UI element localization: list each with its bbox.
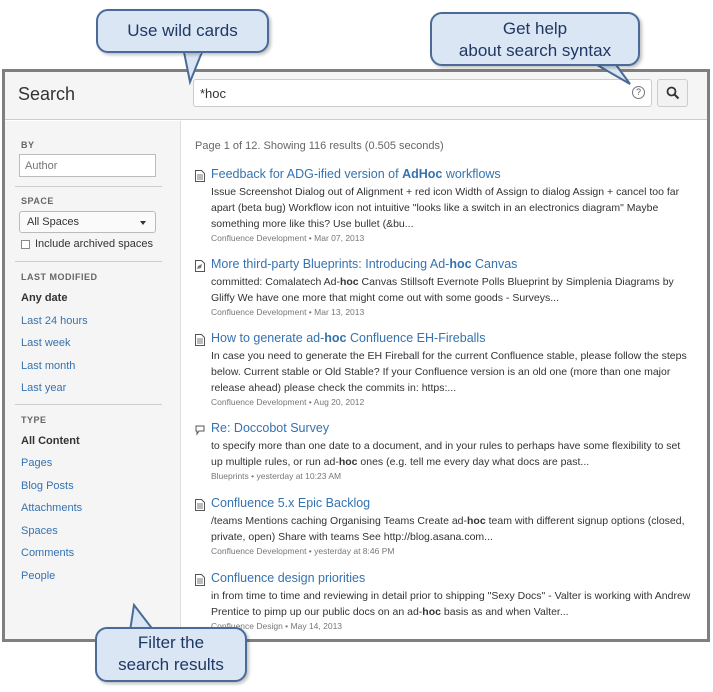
result-title-link[interactable]: More third-party Blueprints: Introducing… bbox=[211, 257, 517, 271]
type-comments[interactable]: Comments bbox=[21, 547, 74, 559]
result-title-link[interactable]: Confluence 5.x Epic Backlog bbox=[211, 496, 370, 510]
help-callout-line2: about search syntax bbox=[458, 41, 612, 60]
divider bbox=[15, 404, 162, 405]
type-all-content[interactable]: All Content bbox=[21, 435, 80, 447]
result-snippet: to specify more than one date to a docum… bbox=[211, 440, 681, 468]
divider bbox=[15, 261, 162, 262]
blog-icon bbox=[195, 260, 205, 272]
page-icon bbox=[195, 334, 205, 346]
result-title-link[interactable]: Re: Doccobot Survey bbox=[211, 421, 329, 435]
results-summary: Page 1 of 12. Showing 116 results (0.505… bbox=[195, 140, 444, 152]
search-input[interactable] bbox=[193, 79, 652, 107]
result-snippet: /teams Mentions caching Organising Teams… bbox=[211, 515, 685, 543]
modified-last-month[interactable]: Last month bbox=[21, 360, 75, 372]
space-label: SPACE bbox=[21, 196, 54, 206]
page-icon bbox=[195, 574, 205, 586]
result-snippet: Issue Screenshot Dialog out of Alignment… bbox=[211, 186, 680, 230]
divider bbox=[15, 186, 162, 187]
result-meta: Confluence Development • yesterday at 8:… bbox=[211, 546, 395, 556]
result-meta: Confluence Development • Aug 20, 2012 bbox=[211, 397, 365, 407]
result-meta: Confluence Development • Mar 13, 2013 bbox=[211, 307, 365, 317]
help-callout-line1: Get help bbox=[502, 19, 568, 38]
page-title: Search bbox=[18, 84, 76, 104]
type-blog-posts[interactable]: Blog Posts bbox=[21, 480, 74, 492]
space-select-value: All Spaces bbox=[27, 216, 79, 228]
page-icon bbox=[195, 499, 205, 511]
result-title-link[interactable]: Feedback for ADG-ified version of AdHoc … bbox=[211, 167, 501, 181]
annotated-screenshot: Search ? BY SPACE All Spaces Include arc… bbox=[0, 0, 713, 692]
author-input[interactable] bbox=[19, 154, 156, 177]
result-snippet: committed: Comalatech Ad-hoc Canvas Stil… bbox=[211, 276, 674, 304]
modified-last-year[interactable]: Last year bbox=[21, 382, 66, 394]
comment-icon bbox=[195, 425, 205, 436]
modified-any-date[interactable]: Any date bbox=[21, 292, 67, 304]
include-archived-label: Include archived spaces bbox=[35, 238, 154, 250]
type-attachments[interactable]: Attachments bbox=[21, 502, 82, 514]
result-title-link[interactable]: How to generate ad-hoc Confluence EH-Fir… bbox=[211, 331, 485, 345]
result-meta: Blueprints • yesterday at 10:23 AM bbox=[211, 471, 342, 481]
type-spaces[interactable]: Spaces bbox=[21, 525, 58, 537]
type-pages[interactable]: Pages bbox=[21, 457, 52, 469]
modified-last-24-hours[interactable]: Last 24 hours bbox=[21, 315, 88, 327]
result-meta: Confluence Development • Mar 07, 2013 bbox=[211, 233, 365, 243]
search-page: Search ? BY SPACE All Spaces Include arc… bbox=[2, 69, 710, 642]
search-button[interactable] bbox=[657, 79, 688, 107]
include-archived-checkbox[interactable] bbox=[21, 240, 30, 249]
filter-callout: Filter the search results bbox=[95, 627, 247, 682]
help-callout: Get help about search syntax bbox=[430, 12, 640, 66]
last-modified-label: LAST MODIFIED bbox=[21, 272, 98, 282]
result-snippet: in from time to time and reviewing in de… bbox=[211, 590, 691, 618]
filter-callout-line2: search results bbox=[118, 655, 224, 674]
by-label: BY bbox=[21, 140, 35, 150]
search-icon bbox=[666, 86, 680, 100]
page-icon bbox=[195, 170, 205, 182]
wildcards-callout: Use wild cards bbox=[96, 9, 269, 53]
result-title-link[interactable]: Confluence design priorities bbox=[211, 571, 365, 585]
type-label: TYPE bbox=[21, 415, 47, 425]
type-people[interactable]: People bbox=[21, 570, 55, 582]
modified-last-week[interactable]: Last week bbox=[21, 337, 71, 349]
result-snippet: In case you need to generate the EH Fire… bbox=[211, 350, 687, 394]
callout-pointer bbox=[182, 50, 204, 86]
space-select[interactable]: All Spaces bbox=[19, 211, 156, 233]
chevron-down-icon bbox=[140, 221, 146, 225]
filter-callout-line1: Filter the bbox=[137, 633, 205, 652]
filter-sidebar: BY SPACE All Spaces Include archived spa… bbox=[5, 121, 181, 639]
